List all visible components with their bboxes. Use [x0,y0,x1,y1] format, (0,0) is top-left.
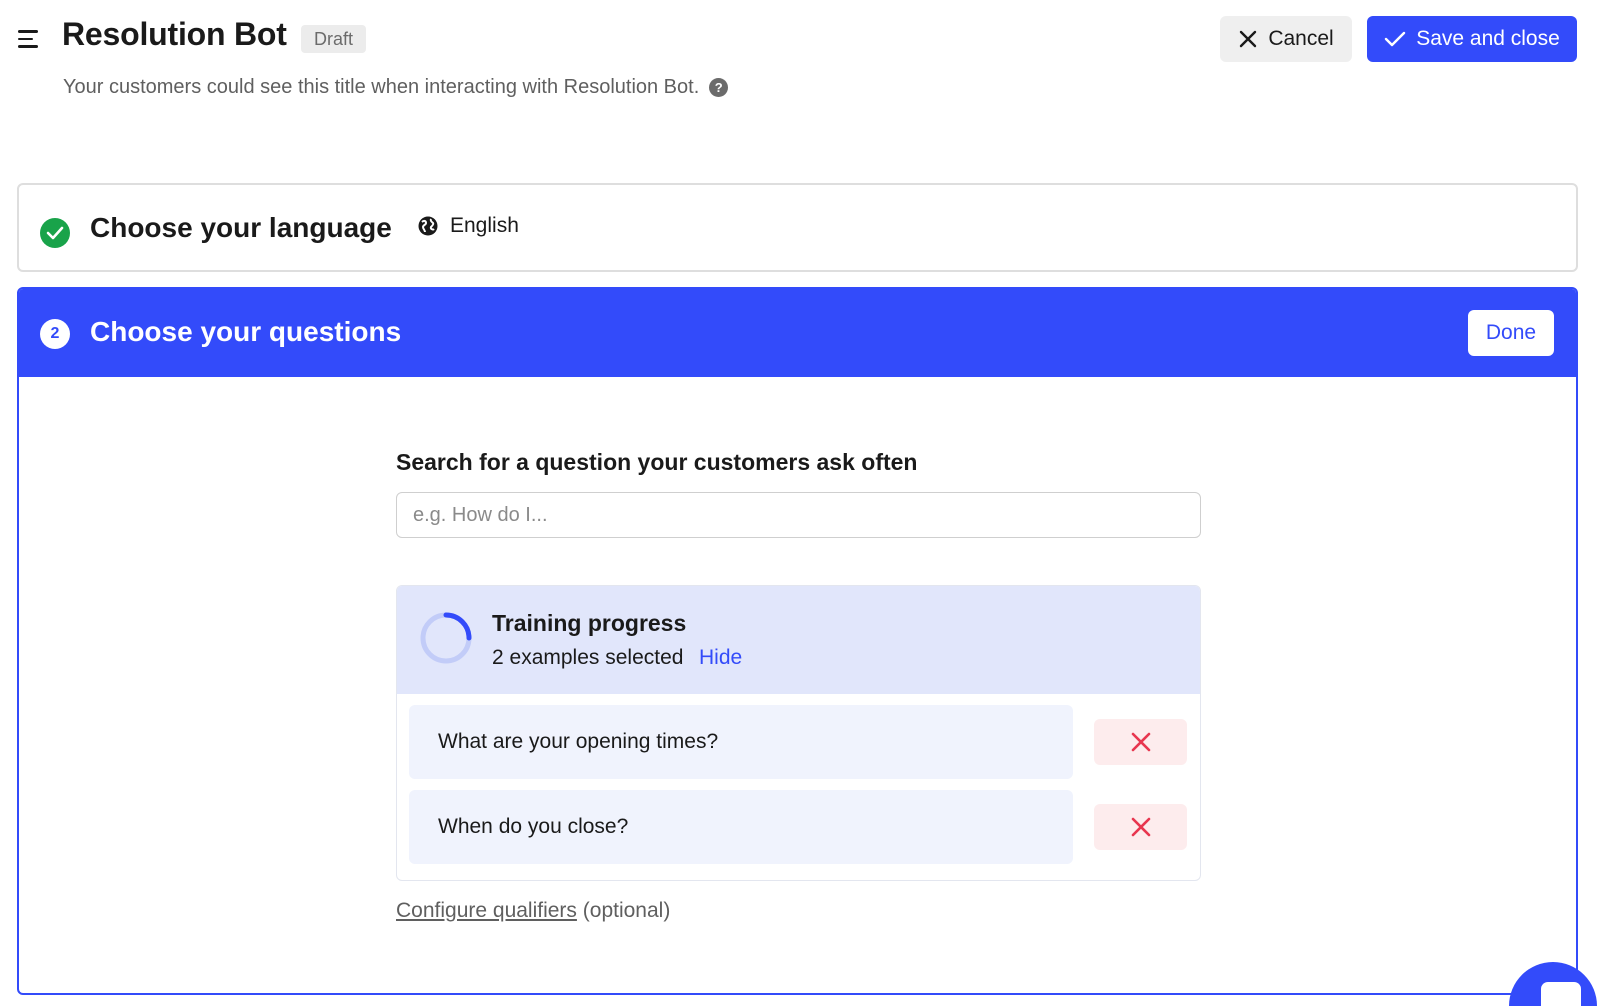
save-button-label: Save and close [1416,27,1560,50]
progress-ring-icon [420,612,472,664]
check-icon [1384,31,1406,47]
status-badge: Draft [301,25,367,53]
search-label: Search for a question your customers ask… [396,449,918,475]
training-progress-header: Training progress 2 examples selected Hi… [397,586,1200,694]
close-icon [1131,817,1150,837]
examples-count: 2 examples selected [492,646,684,669]
subtitle-text: Your customers could see this title when… [63,76,700,98]
configure-qualifiers-link[interactable]: Configure qualifiers [396,899,577,922]
chat-bubble-icon [1541,982,1581,1006]
resolution-bot-editor: Resolution Bot Draft Your customers coul… [0,0,1600,1006]
configure-qualifiers-suffix: (optional) [582,899,671,922]
question-circle-icon[interactable]: ? [709,78,729,97]
configure-qualifiers: Configure qualifiers (optional) [396,899,670,923]
language-selector[interactable]: English [417,214,519,238]
page-title[interactable]: Resolution Bot [62,16,287,53]
training-progress-panel: Training progress 2 examples selected Hi… [396,585,1201,881]
step-number-badge: 2 [40,319,70,349]
language-value: English [450,214,519,237]
page-subtitle: Your customers could see this title when… [63,76,729,99]
questions-step-card: 2 Choose your questions Done Search for … [17,287,1578,995]
example-question[interactable]: When do you close? [409,790,1073,864]
cancel-button-label: Cancel [1268,27,1334,50]
save-and-close-button[interactable]: Save and close [1367,16,1577,62]
done-button[interactable]: Done [1468,310,1554,356]
close-icon [1131,732,1150,752]
language-step-title: Choose your language [90,212,392,243]
questions-step-title: Choose your questions [90,316,402,347]
training-progress-title: Training progress [492,610,687,636]
example-question[interactable]: What are your opening times? [409,705,1073,779]
globe-icon [418,216,438,236]
questions-step-header: 2 Choose your questions Done [19,289,1576,377]
search-input[interactable] [396,492,1201,538]
close-icon [1240,30,1257,48]
cancel-button[interactable]: Cancel [1220,16,1352,62]
remove-example-button[interactable] [1094,719,1187,765]
language-step-card[interactable]: Choose your language English [17,183,1578,272]
hamburger-icon[interactable] [18,30,38,48]
hide-link[interactable]: Hide [699,646,742,670]
remove-example-button[interactable] [1094,804,1187,850]
check-circle-icon [40,218,70,248]
